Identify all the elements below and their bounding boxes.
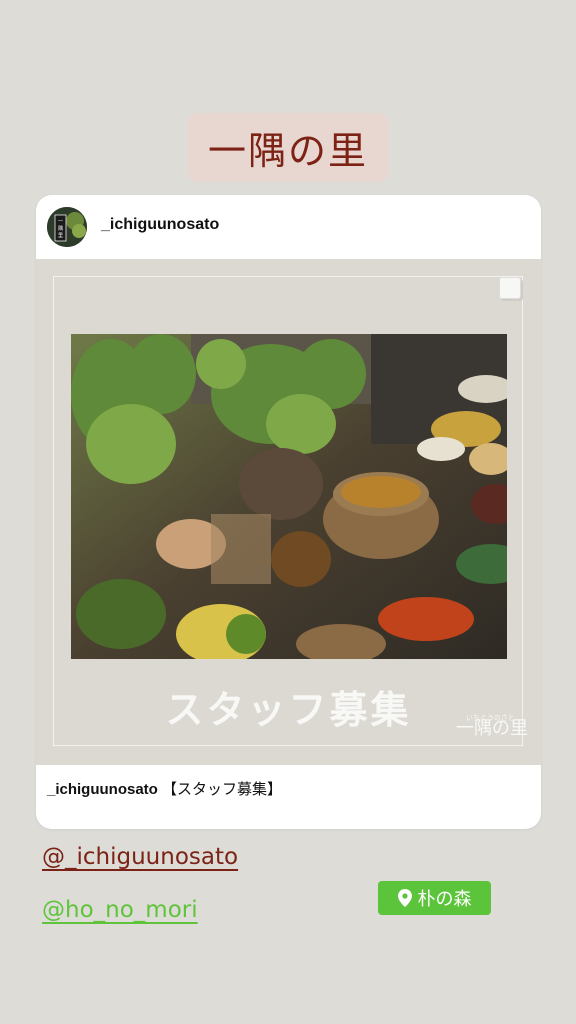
multi-select-icon[interactable] <box>499 277 521 299</box>
post-username[interactable]: _ichiguunosato <box>101 216 219 234</box>
post-image[interactable]: スタッフ募集 いちぐうのさと 一隅の里 <box>36 259 541 765</box>
post-caption: _ichiguunosato 【スタッフ募集】 <box>47 778 282 799</box>
mention-ho-no-mori[interactable]: @ho_no_mori <box>42 897 198 923</box>
svg-text:一: 一 <box>58 219 63 225</box>
post-header: 一 隅 里 _ichiguunosato <box>36 195 541 259</box>
location-pin-icon <box>397 889 412 907</box>
avatar[interactable]: 一 隅 里 <box>47 207 87 247</box>
location-label: 朴の森 <box>417 889 472 910</box>
logo-mark: 一隅の里 <box>456 718 528 739</box>
buffet-photo <box>71 334 507 659</box>
title-sticker[interactable]: 一隅の里 <box>188 113 388 182</box>
location-sticker[interactable]: 朴の森 <box>378 881 491 915</box>
caption-text: 【スタッフ募集】 <box>162 781 283 798</box>
svg-text:隅: 隅 <box>58 225 63 232</box>
caption-username[interactable]: _ichiguunosato <box>47 781 158 798</box>
post-card[interactable]: 一 隅 里 _ichiguunosato スタッフ募集 いちぐうのさと 一隅の里… <box>36 195 541 829</box>
mention-ichiguunosato[interactable]: @_ichiguunosato <box>42 844 238 870</box>
svg-text:里: 里 <box>58 233 63 239</box>
